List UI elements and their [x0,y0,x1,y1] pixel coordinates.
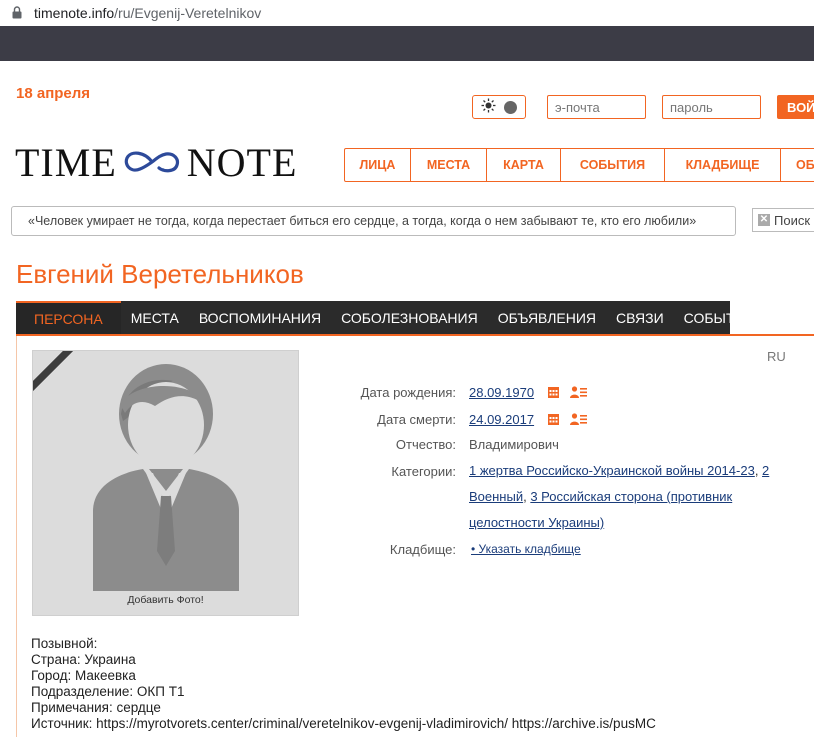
death-date-label: Дата смерти: [377,412,456,427]
browser-chrome: timenote.info/ru/Evgenij-Veretelnikov [0,0,814,61]
bio-line: Источник: https://myrotvorets.center/cri… [31,716,656,731]
death-date-row: 24.09.2017 [469,412,588,427]
tab-events[interactable]: СОБЫТИЯ [674,301,765,335]
profile-photo-placeholder[interactable]: Добавить Фото! [32,350,299,616]
nav-item-people[interactable]: ЛИЦА [345,149,411,181]
login-button[interactable]: ВОЙ [777,95,814,119]
patronymic-value: Владимирович [469,437,559,452]
nav-item-places[interactable]: МЕСТА [411,149,487,181]
search-placeholder: Поиск [774,212,811,228]
birth-date-link[interactable]: 28.09.1970 [469,385,534,400]
theme-toggle[interactable] [472,95,526,119]
nav-item-cemetery[interactable]: КЛАДБИЩЕ [665,149,781,181]
calendar-icon[interactable] [547,386,559,398]
url-path: /ru/Evgenij-Veretelnikov [114,5,262,21]
sun-icon [481,98,496,116]
language-indicator[interactable]: RU [767,349,786,364]
bio-line: Позывной: [31,636,98,651]
email-field[interactable] [547,95,646,119]
biography-text: Позывной: Страна: Украина Город: Макеевк… [31,636,656,732]
cemetery-value: • Указать кладбище [471,542,581,556]
address-bar[interactable]: timenote.info/ru/Evgenij-Veretelnikov [0,0,814,26]
site-logo[interactable]: TIME NOTE [15,139,298,185]
tab-strip [0,26,814,61]
tab-announcements[interactable]: ОБЪЯВЛЕНИЯ [488,301,606,335]
tab-condolences[interactable]: СОБОЛЕЗНОВАНИЯ [331,301,488,335]
lock-icon [12,6,24,20]
death-date-link[interactable]: 24.09.2017 [469,412,534,427]
main-nav: ЛИЦА МЕСТА КАРТА СОБЫТИЯ КЛАДБИЩЕ ОБ [344,148,814,182]
nav-item-about[interactable]: ОБ [781,149,814,181]
person-list-icon[interactable] [570,386,588,398]
search-field[interactable]: ✕ Поиск [752,208,814,232]
avatar-icon [33,351,239,591]
person-list-icon[interactable] [570,413,588,425]
page-title: Евгений Веретельников [16,259,304,289]
moon-icon [504,100,517,114]
tab-person[interactable]: ПЕРСОНА [16,301,121,335]
birth-date-row: 28.09.1970 [469,385,588,400]
birth-date-label: Дата рождения: [360,385,456,400]
password-field[interactable] [662,95,761,119]
quote-banner: «Человек умирает не тогда, когда переста… [11,206,736,236]
infinity-logo-icon [124,151,179,173]
current-date: 18 апреля [16,85,91,102]
logo-text-left: TIME [15,139,117,185]
close-icon[interactable]: ✕ [758,214,770,226]
url-domain: timenote.info [34,5,115,21]
bio-line: Страна: Украина [31,652,136,667]
bio-line: Подразделение: ОКП Т1 [31,684,185,699]
add-photo-label[interactable]: Добавить Фото! [33,594,298,606]
tab-connections[interactable]: СВЯЗИ [606,301,674,335]
patronymic-label: Отчество: [395,437,456,452]
categories-label: Категории: [391,464,456,479]
add-cemetery-link[interactable]: • Указать кладбище [471,542,581,556]
category-link[interactable]: 1 жертва Российско-Украинской войны 2014… [469,463,755,478]
calendar-icon[interactable] [547,413,559,425]
bio-line: Примечания: сердце [31,700,161,715]
nav-item-map[interactable]: КАРТА [487,149,561,181]
categories-list: 1 жертва Российско-Украинской войны 2014… [469,463,770,530]
cemetery-label: Кладбище: [389,542,456,557]
tab-places[interactable]: МЕСТА [121,301,189,335]
bio-line: Город: Макеевка [31,668,136,683]
tab-memories[interactable]: ВОСПОМИНАНИЯ [189,301,331,335]
logo-text-right: NOTE [186,139,298,185]
person-tabs: ПЕРСОНА МЕСТА ВОСПОМИНАНИЯ СОБОЛЕЗНОВАНИ… [16,301,755,335]
nav-item-events[interactable]: СОБЫТИЯ [561,149,665,181]
